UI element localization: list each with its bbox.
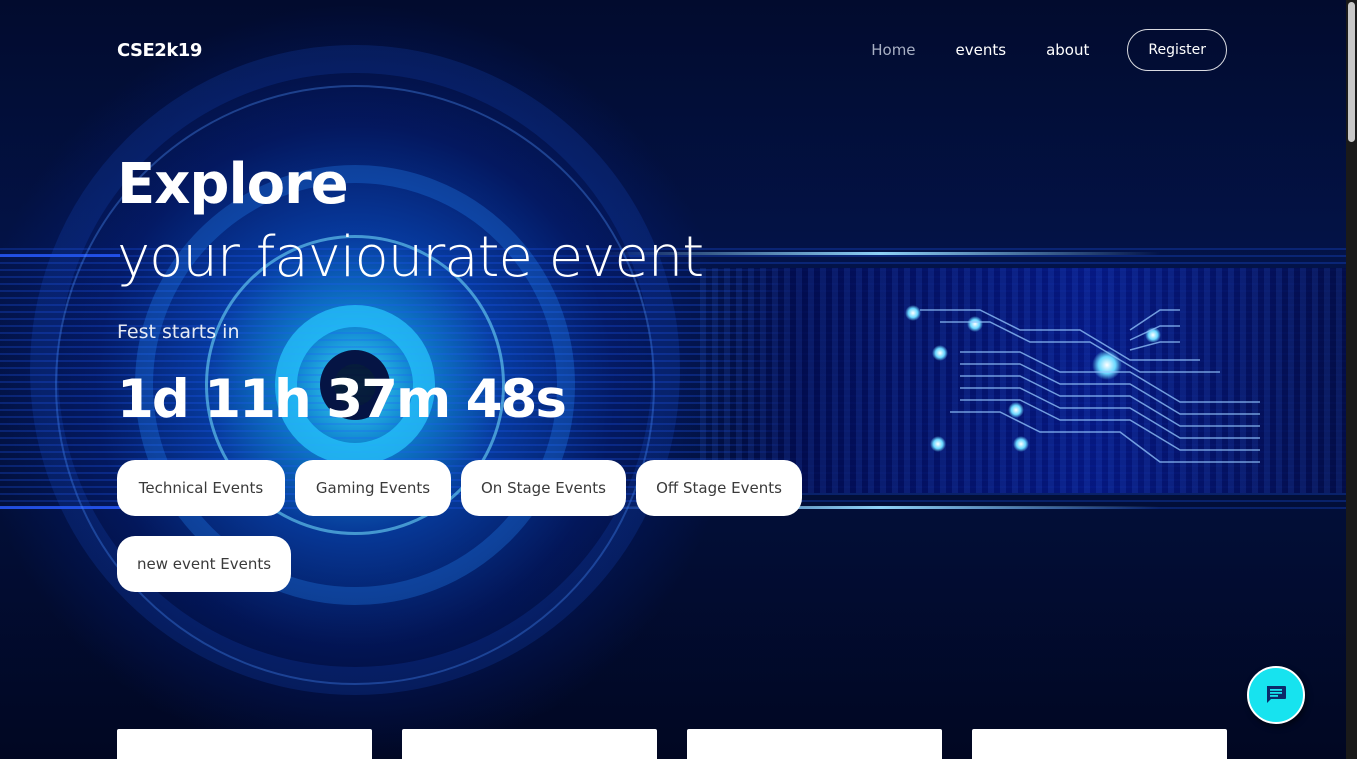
chat-bubble-icon xyxy=(1267,686,1286,703)
page: CSE2k19 Home events about Register Explo… xyxy=(0,0,1357,759)
event-card[interactable] xyxy=(972,729,1227,759)
technical-events-button[interactable]: Technical Events xyxy=(117,460,285,516)
new-event-events-button[interactable]: new event Events xyxy=(117,536,291,592)
scrollbar-thumb[interactable] xyxy=(1348,2,1355,142)
event-card[interactable] xyxy=(687,729,942,759)
fest-start-label: Fest starts in xyxy=(117,321,240,343)
gaming-events-button[interactable]: Gaming Events xyxy=(295,460,451,516)
page-scrollbar[interactable] xyxy=(1346,0,1357,759)
event-card[interactable] xyxy=(402,729,657,759)
hero-subtitle: your faviourate event xyxy=(117,225,704,290)
nav-link-events[interactable]: events xyxy=(956,41,1007,59)
nav-link-about[interactable]: about xyxy=(1046,41,1089,59)
chat-button[interactable] xyxy=(1247,666,1305,724)
on-stage-events-button[interactable]: On Stage Events xyxy=(461,460,626,516)
hero-title: Explore xyxy=(117,152,349,217)
nav-link-home[interactable]: Home xyxy=(871,41,915,59)
register-button[interactable]: Register xyxy=(1127,29,1227,71)
circuit-traces xyxy=(920,309,1260,463)
countdown-timer: 1d 11h 37m 48s xyxy=(117,369,567,430)
main-nav: Home events about Register xyxy=(831,29,1227,71)
event-card[interactable] xyxy=(117,729,372,759)
off-stage-events-button[interactable]: Off Stage Events xyxy=(636,460,802,516)
brand-logo[interactable]: CSE2k19 xyxy=(117,40,202,61)
